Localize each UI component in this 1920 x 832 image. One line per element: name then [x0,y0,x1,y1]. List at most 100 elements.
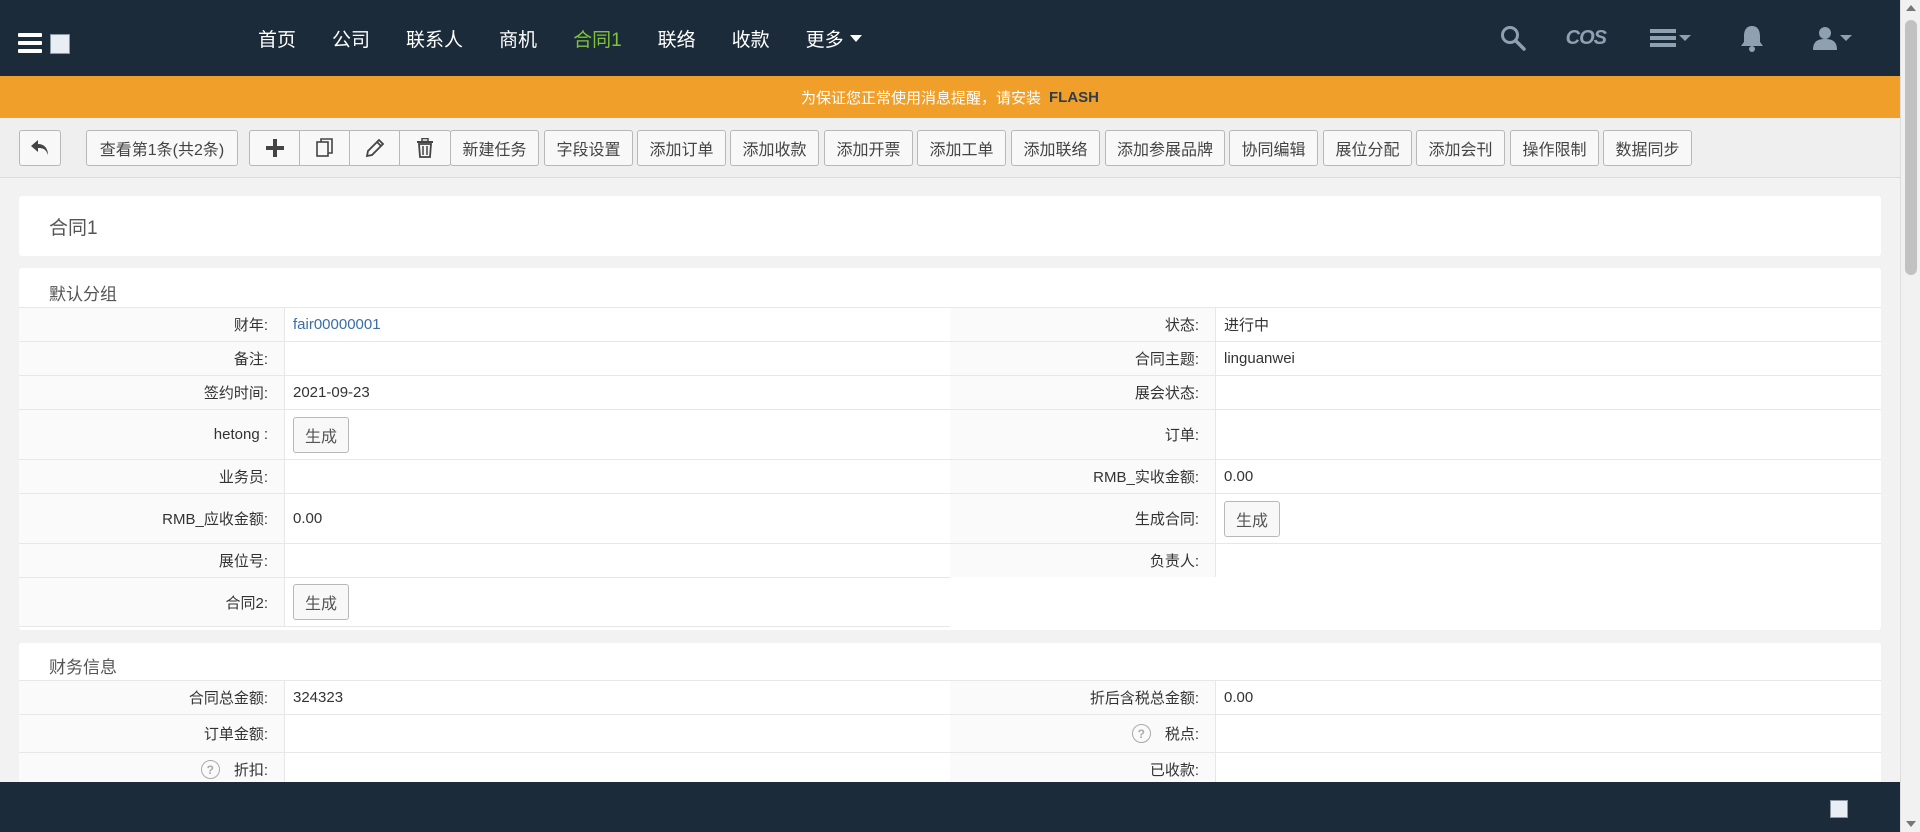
generate-contract2-button[interactable]: 生成 [293,584,350,620]
add-liaison-button[interactable]: 添加联络 [1011,130,1100,166]
add-order-button[interactable]: 添加订单 [637,130,726,166]
logo-image[interactable] [50,34,70,54]
user-icon[interactable] [1813,26,1852,50]
footer-bar [0,782,1900,832]
nav-item-contract[interactable]: 合同1 [573,25,622,52]
nav-more-label: 更多 [805,29,844,51]
back-arrow-icon [31,140,48,155]
field-label: 展会状态: [950,376,1215,409]
nav-item-opportunities[interactable]: 商机 [499,25,537,52]
page-scrollbar[interactable] [1900,0,1920,832]
field-value: 0.00 [1215,681,1881,714]
field-value: 324323 [284,681,950,714]
detail-row: 展位号: 负责人: [19,543,1881,577]
flash-highlight[interactable]: FLASH [1049,89,1099,106]
field-value [284,715,950,752]
page-title: 合同1 [49,217,98,239]
section-title-finance: 财务信息 [49,658,117,677]
field-label: 签约时间: [19,376,284,409]
search-icon[interactable] [1500,25,1526,51]
add-ticket-button[interactable]: 添加工单 [917,130,1006,166]
bell-icon[interactable] [1739,24,1765,52]
field-value [284,460,950,493]
help-icon[interactable]: ? [200,760,220,779]
nav-item-home[interactable]: 首页 [258,25,296,52]
booth-assign-button[interactable]: 展位分配 [1323,130,1412,166]
record-actions-group [249,130,451,166]
top-navbar: 首页 公司 联系人 商机 合同1 联络 收款 更多 COS [0,0,1900,76]
detail-row: 合同总金额: 324323 折后含税总金额: 0.00 [19,680,1881,714]
field-value: 0.00 [1215,460,1881,493]
edit-button[interactable] [350,131,400,165]
cos-icon[interactable]: COS [1565,26,1607,50]
nav-item-liaison[interactable]: 联络 [658,25,696,52]
field-label: ? 税点: [950,715,1215,752]
field-label: 订单: [950,410,1215,459]
flash-message: 为保证您正常使用消息提醒，请安装 [800,89,1041,107]
section-title-default: 默认分组 [49,285,117,304]
field-label: 生成合同: [950,494,1215,543]
nav-item-payments[interactable]: 收款 [732,25,770,52]
trash-icon [417,138,433,158]
list-menu-icon[interactable] [1650,28,1691,48]
field-label: 展位号: [19,544,284,577]
field-label: 负责人: [950,544,1215,577]
field-label: 合同2: [19,578,284,626]
field-value: 生成 [284,578,950,626]
detail-row: 业务员: RMB_实收金额: 0.00 [19,459,1881,493]
hamburger-menu-icon[interactable] [18,33,42,53]
field-value [284,342,950,375]
field-label: RMB_应收金额: [19,494,284,543]
plus-icon [265,139,284,157]
nav-item-contacts[interactable]: 联系人 [406,25,463,52]
field-label: hetong : [19,410,284,459]
help-icon[interactable]: ? [1131,724,1151,743]
field-value: 生成 [1215,494,1881,543]
detail-row: RMB_应收金额: 0.00 生成合同: 生成 [19,493,1881,543]
field-label: 合同主题: [950,342,1215,375]
cos-label: COS [1565,26,1607,49]
generate-hetong-button[interactable]: 生成 [293,416,350,453]
field-label: 合同总金额: [19,681,284,714]
view-record-button[interactable]: 查看第1条(共2条) [86,130,238,166]
field-value [1215,410,1881,459]
add-catalog-button[interactable]: 添加会刊 [1416,130,1505,166]
field-label: 业务员: [19,460,284,493]
nav-item-more[interactable]: 更多 [806,25,862,52]
field-settings-button[interactable]: 字段设置 [544,130,633,166]
field-value [1215,715,1881,752]
operation-limit-button[interactable]: 操作限制 [1510,130,1599,166]
chevron-down-icon [1840,35,1852,41]
add-exhibitor-brand-button[interactable]: 添加参展品牌 [1105,130,1225,166]
add-button[interactable] [250,131,300,165]
detail-row: 订单金额: ? 税点: [19,714,1881,752]
record-title-panel: 合同1 [19,196,1881,256]
scrollbar-thumb[interactable] [1905,20,1917,275]
add-payment-button[interactable]: 添加收款 [730,130,819,166]
add-invoice-button[interactable]: 添加开票 [824,130,913,166]
data-sync-button[interactable]: 数据同步 [1603,130,1692,166]
scroll-up-icon[interactable] [1906,5,1916,11]
new-task-button[interactable]: 新建任务 [450,130,539,166]
field-label: RMB_实收金额: [950,460,1215,493]
field-label: 财年: [19,308,284,341]
field-value [1215,376,1881,409]
field-value [284,544,950,577]
back-button[interactable] [19,130,61,166]
collab-edit-button[interactable]: 协同编辑 [1229,130,1318,166]
scroll-down-icon[interactable] [1906,821,1916,827]
copy-button[interactable] [300,131,350,165]
nav-item-company[interactable]: 公司 [332,25,370,52]
delete-button[interactable] [400,131,450,165]
field-label: 折后含税总金额: [950,681,1215,714]
field-value[interactable]: fair00000001 [284,308,950,341]
field-label: 备注: [19,342,284,375]
fiscal-year-link[interactable]: fair00000001 [293,316,381,333]
detail-row: 备注: 合同主题: linguanwei [19,341,1881,375]
copy-icon [315,138,333,157]
detail-row: ? 折扣: 已收款: [19,752,1881,786]
nav-right-tools: COS [1500,0,1900,76]
field-value: 2021-09-23 [284,376,950,409]
generate-contract-button[interactable]: 生成 [1224,500,1281,537]
footer-image[interactable] [1830,800,1848,818]
